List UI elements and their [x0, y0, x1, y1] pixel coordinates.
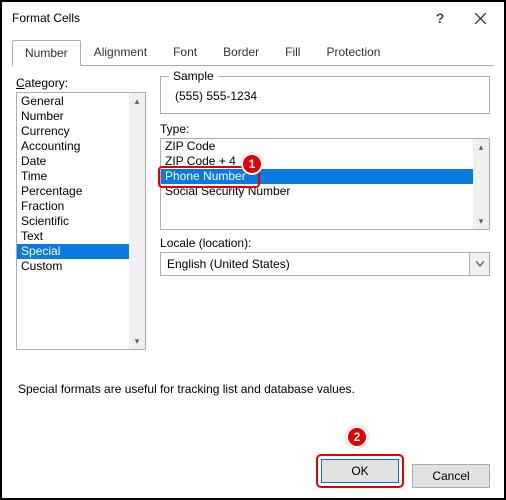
annotation-badge-2: 2	[346, 426, 368, 448]
locale-select[interactable]: English (United States)	[160, 252, 490, 276]
category-item[interactable]: Date	[17, 154, 145, 169]
chevron-down-icon[interactable]	[469, 253, 489, 275]
sample-group: Sample (555) 555-1234	[160, 76, 490, 114]
category-scrollbar[interactable]: ▴ ▾	[129, 93, 145, 349]
type-item-selected[interactable]: Phone Number	[161, 169, 489, 184]
type-scrollbar[interactable]: ▴ ▾	[473, 139, 489, 229]
category-item[interactable]: Time	[17, 169, 145, 184]
category-listbox[interactable]: General Number Currency Accounting Date …	[16, 92, 146, 350]
category-item[interactable]: Percentage	[17, 184, 145, 199]
category-item[interactable]: Custom	[17, 259, 145, 274]
type-item[interactable]: Social Security Number	[161, 184, 489, 199]
scroll-up-icon[interactable]: ▴	[129, 93, 145, 109]
category-item-selected[interactable]: Special	[17, 244, 145, 259]
category-item[interactable]: Fraction	[17, 199, 145, 214]
locale-value: English (United States)	[161, 257, 469, 271]
ok-button[interactable]: OK	[321, 459, 399, 483]
tab-number[interactable]: Number	[12, 40, 81, 66]
type-item[interactable]: ZIP Code + 4	[161, 154, 489, 169]
annotation-highlight-2: OK	[316, 454, 404, 488]
help-button[interactable]: ?	[420, 4, 460, 32]
category-item[interactable]: General	[17, 94, 145, 109]
tab-alignment[interactable]: Alignment	[81, 39, 160, 65]
category-item[interactable]: Number	[17, 109, 145, 124]
tab-font[interactable]: Font	[160, 39, 210, 65]
sample-label: Sample	[169, 69, 218, 83]
tab-protection[interactable]: Protection	[313, 39, 393, 65]
category-item[interactable]: Text	[17, 229, 145, 244]
category-item[interactable]: Accounting	[17, 139, 145, 154]
scroll-up-icon[interactable]: ▴	[473, 139, 489, 155]
scroll-down-icon[interactable]: ▾	[129, 333, 145, 349]
sample-value: (555) 555-1234	[171, 85, 479, 103]
type-listbox[interactable]: ZIP Code ZIP Code + 4 Phone Number Socia…	[160, 138, 490, 230]
category-item[interactable]: Currency	[17, 124, 145, 139]
category-label: Category:	[16, 76, 146, 90]
title-bar: Format Cells ?	[2, 2, 504, 34]
category-item[interactable]: Scientific	[17, 214, 145, 229]
scroll-down-icon[interactable]: ▾	[473, 213, 489, 229]
cancel-button[interactable]: Cancel	[412, 464, 490, 488]
type-label: Type:	[160, 122, 490, 136]
tab-fill[interactable]: Fill	[272, 39, 313, 65]
type-item[interactable]: ZIP Code	[161, 139, 489, 154]
window-title: Format Cells	[12, 11, 420, 25]
tab-border[interactable]: Border	[210, 39, 272, 65]
close-button[interactable]	[460, 4, 500, 32]
locale-label: Locale (location):	[160, 236, 490, 250]
close-icon	[475, 13, 486, 24]
description-text: Special formats are useful for tracking …	[18, 382, 488, 396]
tab-strip: Number Alignment Font Border Fill Protec…	[2, 34, 504, 65]
